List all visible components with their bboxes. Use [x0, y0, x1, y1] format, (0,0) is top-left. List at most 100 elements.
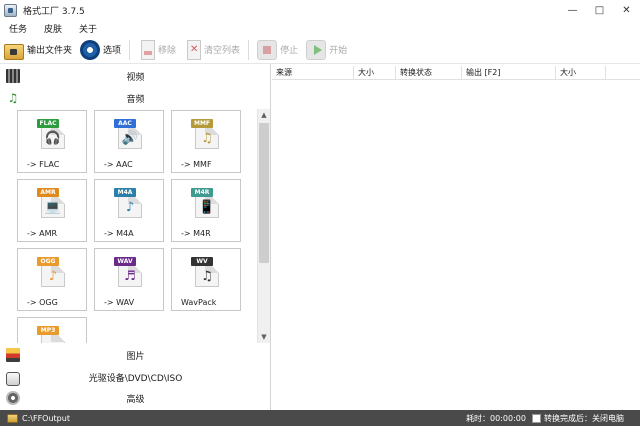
disc-drive-icon [6, 372, 20, 386]
clear-list-button[interactable]: 清空列表 [180, 38, 244, 62]
stop-label: 停止 [280, 46, 299, 56]
music-note-icon: ♬ [124, 269, 136, 284]
minimize-button[interactable]: — [559, 0, 586, 21]
close-button[interactable]: ✕ [613, 0, 640, 21]
category-advanced[interactable]: 高级 [0, 387, 271, 409]
format-badge: AMR [37, 188, 59, 197]
options-label: 选项 [103, 46, 122, 56]
category-video[interactable]: 视频 [0, 65, 271, 87]
format-tile-m4a[interactable]: M4A ♪ -> M4A [94, 179, 164, 242]
format-tile-mp3[interactable]: MP3 [17, 317, 87, 343]
status-bar: C:\FFOutput 耗时：00:00:00 转换完成后：关闭电脑 [0, 410, 640, 426]
format-label: -> AMR [27, 229, 58, 238]
category-disc-label: 光驱设备\DVD\CD\ISO [88, 373, 183, 384]
status-right: 耗时：00:00:00 转换完成后：关闭电脑 [466, 410, 624, 426]
menu-about[interactable]: 关于 [76, 22, 100, 35]
stop-button[interactable]: 停止 [253, 38, 302, 62]
format-badge: MMF [191, 119, 213, 128]
format-scrollbar[interactable]: ▲ ▼ [257, 109, 270, 343]
stop-icon [257, 39, 278, 60]
format-badge: OGG [37, 257, 59, 266]
gear-icon [80, 39, 101, 60]
category-advanced-label: 高级 [126, 394, 145, 405]
format-badge: M4R [191, 188, 213, 197]
play-icon [306, 39, 327, 60]
toolbar-divider [248, 39, 250, 60]
format-label: -> M4A [104, 229, 134, 238]
remove-doc-icon [141, 39, 156, 60]
format-panel: 视频 ♫ 音频 FLAC 🎧 -> FLAC AAC 🔊 -> AAC MMF … [0, 64, 271, 410]
format-tile-aac[interactable]: AAC 🔊 -> AAC [94, 110, 164, 173]
music-note-icon: ♫ [201, 131, 213, 146]
output-path[interactable]: C:\FFOutput [22, 414, 70, 423]
music-note-icon: ♪ [48, 269, 58, 284]
folder-icon [4, 43, 24, 60]
speaker-icon: 🔊 [121, 131, 139, 146]
format-label: -> MMF [181, 160, 212, 169]
column-output[interactable]: 输出 [F2] [462, 66, 556, 80]
format-badge: FLAC [37, 119, 59, 128]
column-size[interactable]: 大小 [354, 66, 396, 80]
remove-label: 移除 [158, 46, 177, 56]
task-list[interactable]: 来源 大小 转换状态 输出 [F2] 大小 [272, 64, 640, 410]
music-note-icon: ♪ [125, 200, 135, 215]
format-tile-amr[interactable]: AMR 💻 -> AMR [17, 179, 87, 242]
output-folder-label: 输出文件夹 [27, 46, 73, 56]
format-tile-flac[interactable]: FLAC 🎧 -> FLAC [17, 110, 87, 173]
category-audio[interactable]: ♫ 音频 [0, 87, 271, 109]
folder-icon[interactable] [7, 413, 18, 423]
advanced-gear-icon [6, 391, 20, 405]
format-tile-mmf[interactable]: MMF ♫ -> MMF [171, 110, 241, 173]
format-label: -> M4R [181, 229, 211, 238]
picture-icon [6, 348, 20, 362]
music-note-icon: ♫ [7, 91, 19, 105]
category-audio-label: 音频 [126, 94, 145, 105]
format-tile-m4r[interactable]: M4R 📱 -> M4R [171, 179, 241, 242]
format-tile-wav[interactable]: WAV ♬ -> WAV [94, 248, 164, 311]
app-icon [4, 4, 17, 17]
format-label: -> OGG [27, 298, 58, 307]
scroll-up-icon[interactable]: ▲ [258, 109, 270, 121]
menu-task[interactable]: 任务 [6, 22, 30, 35]
output-folder-button[interactable]: 输出文件夹 [0, 38, 76, 62]
start-button[interactable]: 开始 [302, 38, 351, 62]
elapsed-time: 耗时：00:00:00 [466, 413, 526, 423]
toolbar-divider [129, 39, 131, 60]
scroll-down-icon[interactable]: ▼ [258, 331, 270, 343]
shutdown-checkbox[interactable] [532, 413, 541, 423]
column-output-size[interactable]: 大小 [556, 66, 606, 80]
format-badge: AAC [114, 119, 136, 128]
scroll-thumb[interactable] [259, 123, 269, 263]
clear-list-label: 清空列表 [204, 46, 241, 56]
category-picture[interactable]: 图片 [0, 344, 271, 366]
shutdown-label: 转换完成后：关闭电脑 [544, 413, 624, 423]
maximize-button[interactable]: □ [586, 0, 613, 21]
headphones-icon: 🎧 [44, 131, 62, 146]
title-bar: 格式工厂 3.7.5 — □ ✕ [0, 0, 640, 21]
category-picture-label: 图片 [126, 351, 145, 362]
remove-button[interactable]: 移除 [134, 38, 180, 62]
format-label: -> AAC [104, 160, 133, 169]
format-label: -> FLAC [27, 160, 60, 169]
start-label: 开始 [329, 46, 348, 56]
column-source[interactable]: 来源 [272, 66, 354, 80]
column-status[interactable]: 转换状态 [396, 66, 462, 80]
format-label: -> WAV [104, 298, 135, 307]
window-controls: — □ ✕ [559, 0, 640, 21]
clear-list-icon [187, 39, 202, 60]
laptop-icon: 💻 [44, 200, 62, 215]
format-badge: WV [191, 257, 213, 266]
format-tile-ogg[interactable]: OGG ♪ -> OGG [17, 248, 87, 311]
format-badge: M4A [114, 188, 136, 197]
task-list-header: 来源 大小 转换状态 输出 [F2] 大小 [272, 66, 640, 80]
toolbar: 输出文件夹 选项 移除 清空列表 停止 开始 [0, 36, 640, 64]
options-button[interactable]: 选项 [76, 38, 125, 62]
format-tile-wavpack[interactable]: WV ♫ WavPack [171, 248, 241, 311]
category-disc[interactable]: 光驱设备\DVD\CD\ISO [0, 366, 271, 388]
window-title: 格式工厂 3.7.5 [23, 7, 85, 17]
menu-skin[interactable]: 皮肤 [41, 22, 65, 35]
phone-icon: 📱 [198, 200, 216, 215]
category-video-label: 视频 [126, 72, 145, 83]
film-icon [6, 69, 20, 83]
menu-bar: 任务 皮肤 关于 [0, 21, 640, 36]
